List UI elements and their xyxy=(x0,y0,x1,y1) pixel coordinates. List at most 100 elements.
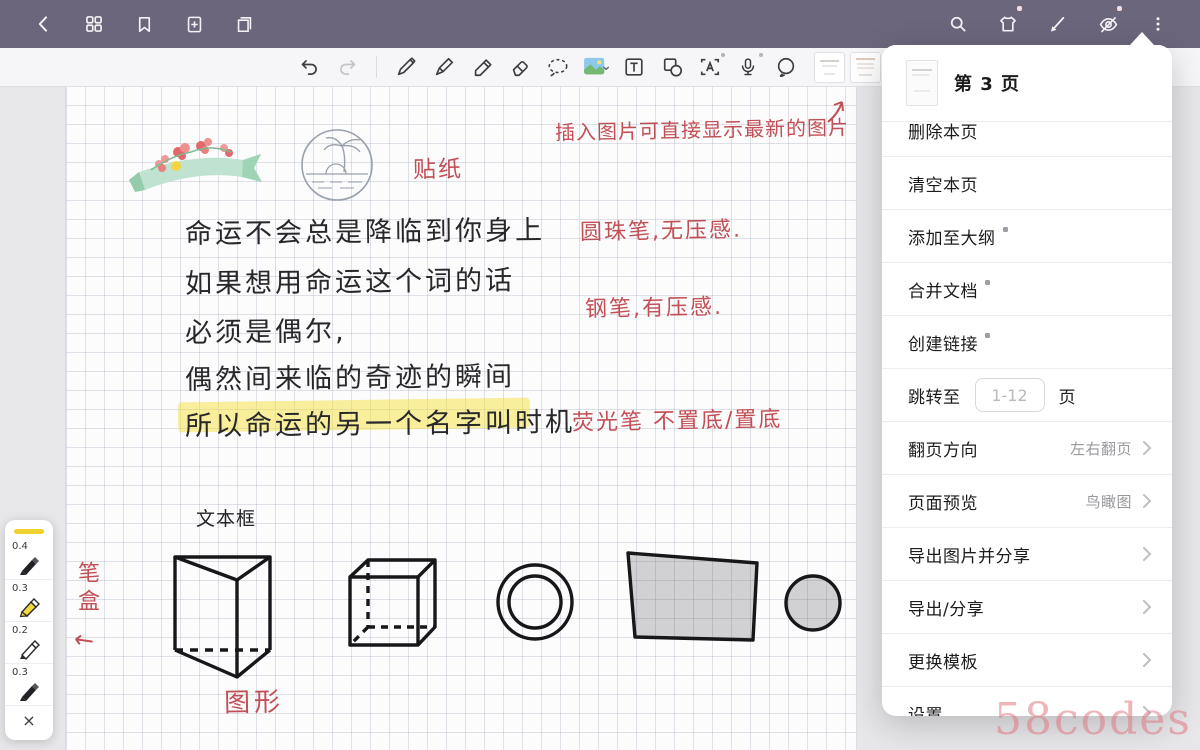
new-feature-dot xyxy=(985,333,990,338)
flower-banner-decoration xyxy=(121,128,281,206)
pen-slot-2[interactable]: 0.3 xyxy=(5,580,53,622)
handwriting-line-highlighted: 所以命运的另一个名字叫时机 xyxy=(185,400,575,443)
pen-slot-3[interactable]: 0.2 xyxy=(5,622,53,664)
menu-item-add-to-outline[interactable]: 添加至大纲 xyxy=(882,209,1172,262)
menu-item-label: 设置 xyxy=(908,701,943,717)
badge-dot xyxy=(721,53,725,57)
menu-item-settings[interactable]: 设置 xyxy=(882,686,1172,716)
pen-slot-4[interactable]: 0.3 xyxy=(5,664,53,706)
red-note-highlighter: 荧光笔 不置底/置底 xyxy=(572,401,783,437)
yellow-highlighter-icon xyxy=(16,594,42,618)
undo-icon[interactable] xyxy=(296,54,322,80)
menu-item-label: 翻页方向 xyxy=(908,436,978,461)
chevron-right-icon xyxy=(1142,493,1152,509)
pen-size-label: 0.3 xyxy=(12,667,28,678)
notes-app-window: 未命名文档 xyxy=(0,0,1200,750)
palette-drag-handle[interactable] xyxy=(14,529,44,534)
new-feature-dot xyxy=(985,280,990,285)
back-icon[interactable] xyxy=(32,12,56,36)
insert-image-icon[interactable] xyxy=(583,54,609,80)
palm-sticker xyxy=(298,126,376,204)
highlighter-icon[interactable] xyxy=(469,54,495,80)
badge-dot xyxy=(759,53,763,57)
pen-size-label: 0.3 xyxy=(12,583,28,594)
menu-item-label: 清空本页 xyxy=(908,171,978,196)
menu-item-page-turn-direction[interactable]: 翻页方向 左右翻页 xyxy=(882,421,1172,474)
pen-size-label: 0.4 xyxy=(12,541,28,552)
page-number-input[interactable] xyxy=(975,378,1045,412)
textbox-label[interactable]: 文本框 xyxy=(196,504,256,531)
red-note-ballpoint: 圆珠笔,无压感. xyxy=(580,212,743,247)
menu-item-label: 导出图片并分享 xyxy=(908,542,1031,567)
sticker-balloon-icon[interactable] xyxy=(773,54,799,80)
geometry-shapes-drawing xyxy=(161,541,861,701)
menu-item-label: 添加至大纲 xyxy=(908,224,996,249)
page-number-title: 第 3 页 xyxy=(954,70,1020,96)
bookmark-icon[interactable] xyxy=(132,12,156,36)
menu-item-label: 创建链接 xyxy=(908,330,978,355)
search-icon[interactable] xyxy=(946,12,970,36)
menu-item-export-image-share[interactable]: 导出图片并分享 xyxy=(882,527,1172,580)
chevron-right-icon xyxy=(1142,652,1152,668)
sticker-label: 贴纸 xyxy=(413,150,464,185)
recent-image-thumbnail[interactable] xyxy=(815,53,844,82)
new-feature-dot xyxy=(1003,227,1008,232)
badge-dot xyxy=(1017,6,1022,11)
red-note-insert-image: 插入图片可直接显示最新的图片 xyxy=(555,111,849,145)
menu-item-change-template[interactable]: 更换模板 xyxy=(882,633,1172,686)
lasso-select-icon[interactable] xyxy=(545,54,571,80)
screenshot-icon[interactable] xyxy=(232,12,256,36)
menu-item-merge-documents[interactable]: 合并文档 xyxy=(882,262,1172,315)
page-suffix-label: 页 xyxy=(1059,383,1076,408)
menu-item-label: 跳转至 xyxy=(908,383,961,408)
menu-list: 删除本页 清空本页 添加至大纲 合并文档 创建链接 跳转至 页 xyxy=(882,104,1172,716)
theme-skin-icon[interactable] xyxy=(996,12,1020,36)
menu-item-page-preview[interactable]: 页面预览 鸟瞰图 xyxy=(882,474,1172,527)
menu-pointer-triangle xyxy=(1130,32,1154,45)
menu-item-clear-page[interactable]: 清空本页 xyxy=(882,156,1172,209)
pencase-arrow: ← xyxy=(72,625,96,656)
page-thumbnail xyxy=(906,60,938,106)
pencil-tool-icon[interactable] xyxy=(393,54,419,80)
red-note-fountain: 钢笔,有压感. xyxy=(585,289,724,323)
shapes-label: 图形 xyxy=(224,681,285,719)
menu-item-export-share[interactable]: 导出/分享 xyxy=(882,580,1172,633)
eraser-icon[interactable] xyxy=(507,54,533,80)
black-pen-icon xyxy=(16,678,42,702)
pen-slot-1[interactable]: 0.4 xyxy=(5,538,53,580)
toolbar-divider xyxy=(376,56,377,78)
red-arrow-up-right xyxy=(824,98,848,124)
menu-item-value: 鸟瞰图 xyxy=(1085,491,1132,512)
shapes-tool-icon[interactable] xyxy=(659,54,685,80)
handwriting-recognition-icon[interactable] xyxy=(697,54,723,80)
palette-close-button[interactable]: × xyxy=(5,706,53,734)
handwriting-line: 必须是偶尔, xyxy=(185,309,347,350)
menu-header: 第 3 页 xyxy=(882,45,1172,122)
menu-item-create-link[interactable]: 创建链接 xyxy=(882,315,1172,368)
fine-pen-icon xyxy=(16,636,42,660)
redo-icon[interactable] xyxy=(334,54,360,80)
menu-item-label: 页面预览 xyxy=(908,489,978,514)
add-page-icon[interactable] xyxy=(182,12,206,36)
pencase-label: 笔盒 xyxy=(70,561,102,617)
chevron-right-icon xyxy=(1142,546,1152,562)
pages-grid-icon[interactable] xyxy=(82,12,106,36)
pen-palette: 0.4 0.3 0.2 0.3 × xyxy=(5,520,53,740)
fountain-pen-icon[interactable] xyxy=(431,54,457,80)
chevron-right-icon xyxy=(1142,599,1152,615)
menu-item-label: 更换模板 xyxy=(908,648,978,673)
chevron-right-icon xyxy=(1142,440,1152,456)
recent-image-thumbnail[interactable] xyxy=(851,53,880,82)
handwriting-line: 如果想用命运这个词的话 xyxy=(185,258,515,300)
note-page-canvas[interactable]: 贴纸 插入图片可直接显示最新的图片 命运不会总是降临到你身上 如果想用命运这个词… xyxy=(66,86,856,750)
menu-item-value: 左右翻页 xyxy=(1070,438,1132,459)
microphone-icon[interactable] xyxy=(735,54,761,80)
handwriting-line: 命运不会总是降临到你身上 xyxy=(185,208,545,251)
hide-interface-icon[interactable] xyxy=(1096,12,1120,36)
handwriting-line: 偶然间来临的奇迹的瞬间 xyxy=(185,354,515,396)
menu-item-label: 合并文档 xyxy=(908,277,978,302)
badge-dot xyxy=(1117,6,1122,11)
text-tool-icon[interactable] xyxy=(621,54,647,80)
chevron-right-icon xyxy=(1142,705,1152,716)
edit-pencil-icon[interactable] xyxy=(1046,12,1070,36)
